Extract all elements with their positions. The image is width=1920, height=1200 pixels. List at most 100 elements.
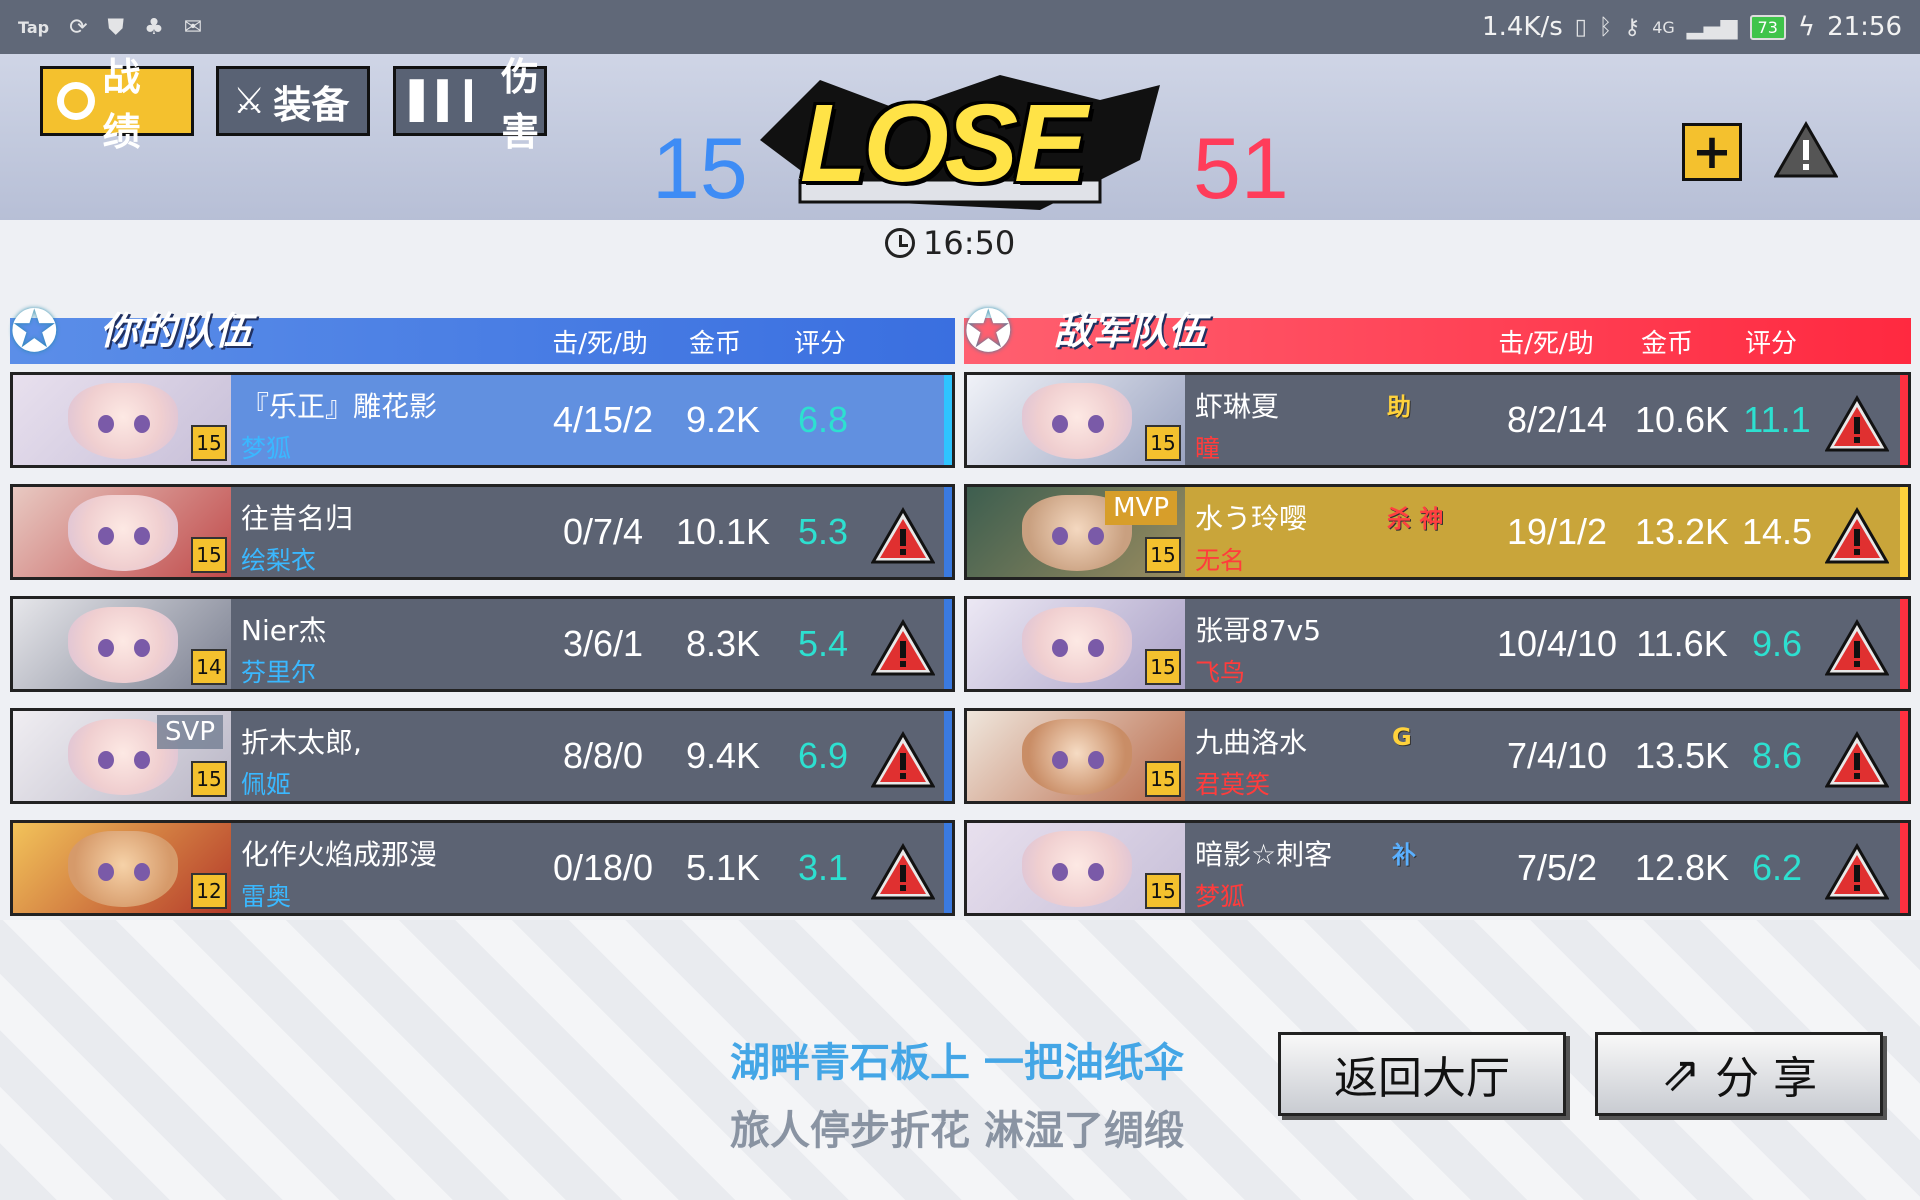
player-row[interactable]: 15 九曲洛水 君莫笑 G 7/4/10 13.5K 8.6 xyxy=(964,708,1911,804)
level-badge: 12 xyxy=(191,873,227,909)
player-name: 张哥87v5 xyxy=(1195,614,1322,647)
player-row[interactable]: 15 虾琳夏瞳 助 8/2/14 10.6K 11.1 xyxy=(964,372,1911,468)
gold: 13.5K xyxy=(1634,735,1730,776)
kda: 8/2/14 xyxy=(1506,399,1608,440)
player-name: 折木太郎, xyxy=(241,726,362,759)
report-icon[interactable] xyxy=(871,507,935,565)
bar-chart-icon: ▌▍▎ xyxy=(410,80,494,122)
kda: 3/6/1 xyxy=(562,623,644,664)
tab-record[interactable]: 战绩 xyxy=(40,55,194,154)
level-badge: 14 xyxy=(191,649,227,685)
player-row[interactable]: 15 暗影☆刺客 梦狐 补 7/5/2 12.8K 6.2 xyxy=(964,820,1911,916)
player-name: 九曲洛水 xyxy=(1195,726,1308,759)
achievement-badge: 杀 神 xyxy=(1387,505,1444,533)
hero-name: 梦狐 xyxy=(1195,882,1246,911)
kda: 0/7/4 xyxy=(562,511,644,552)
report-icon[interactable] xyxy=(1825,731,1889,789)
circle-icon xyxy=(57,82,95,120)
row-edge xyxy=(1900,823,1908,913)
row-edge xyxy=(944,375,952,465)
lyric-line: 旅人停步折花 淋湿了绸缎 xyxy=(730,1108,1184,1154)
row-edge xyxy=(944,823,952,913)
player-row[interactable]: 15 张哥87v5 飞鸟 10/4/10 11.6K 9.6 xyxy=(964,596,1911,692)
gold: 11.6K xyxy=(1636,623,1728,664)
level-badge: 15 xyxy=(1145,425,1181,461)
enemy-score: 51 xyxy=(1193,121,1289,217)
share-label: 分 享 xyxy=(1715,1053,1818,1104)
player-row[interactable]: 15 『乐正』雕花影 梦狐 4/15/2 9.2K 6.8 xyxy=(10,372,955,468)
rating: 9.6 xyxy=(1751,623,1803,664)
return-lobby-button[interactable]: 返回大厅 xyxy=(1278,1032,1566,1116)
report-icon[interactable] xyxy=(1825,395,1889,453)
gold: 10.1K xyxy=(675,511,771,552)
hero-name: 雷奥 xyxy=(241,882,292,911)
tab-equipment[interactable]: ⚔ 装备 xyxy=(216,66,370,136)
avatar: 15 xyxy=(13,375,231,465)
report-icon[interactable] xyxy=(1825,507,1889,565)
kda: 19/1/2 xyxy=(1506,511,1608,552)
player-row[interactable]: SVP 15 折木太郎, 佩姬 8/8/0 9.4K 6.9 xyxy=(10,708,955,804)
match-timer: 16:50 xyxy=(885,224,1015,262)
row-edge xyxy=(1900,711,1908,801)
level-badge: 15 xyxy=(1145,649,1181,685)
player-name: Nier杰 xyxy=(241,614,327,647)
level-badge: 15 xyxy=(1145,761,1181,797)
hero-name: 芬里尔 xyxy=(241,658,317,687)
tab-damage[interactable]: ▌▍▎ 伤害 xyxy=(393,55,547,154)
tap-icon: Tap xyxy=(18,17,50,37)
signal-label: 4G xyxy=(1652,17,1675,37)
report-icon[interactable] xyxy=(871,843,935,901)
own-team-header: ✪ 你的队伍 击/死/助 金币 评分 xyxy=(10,302,955,364)
share-button[interactable]: ⇗ 分 享 xyxy=(1595,1032,1883,1116)
kda: 8/8/0 xyxy=(562,735,644,776)
plus-icon: + xyxy=(1691,124,1733,180)
player-name: 往昔名归 xyxy=(241,502,354,535)
kda: 10/4/10 xyxy=(1496,623,1618,664)
vibrate-icon: ▯ xyxy=(1574,14,1587,40)
rating: 8.6 xyxy=(1751,735,1803,776)
player-row[interactable]: 12 化作火焰成那漫 雷奥 0/18/0 5.1K 3.1 xyxy=(10,820,955,916)
rating: 3.1 xyxy=(797,847,849,888)
player-row[interactable]: 15 往昔名归 绘梨衣 0/7/4 10.1K 5.3 xyxy=(10,484,955,580)
report-icon[interactable] xyxy=(871,619,935,677)
level-badge: 15 xyxy=(1145,537,1181,573)
report-icon[interactable] xyxy=(1774,120,1838,180)
rating: 6.2 xyxy=(1751,847,1803,888)
hero-name: 瞳 xyxy=(1195,434,1221,463)
mvp-badge: MVP xyxy=(1105,491,1177,525)
own-header-gold: 金币 xyxy=(688,328,741,359)
row-edge xyxy=(944,487,952,577)
report-icon[interactable] xyxy=(871,731,935,789)
player-row[interactable]: 14 Nier杰 芬里尔 3/6/1 8.3K 5.4 xyxy=(10,596,955,692)
player-row[interactable]: MVP 15 水う玲嘤 无名 杀 神 19/1/2 13.2K 14.5 xyxy=(964,484,1911,580)
hero-name: 无名 xyxy=(1195,546,1246,575)
kda: 4/15/2 xyxy=(552,399,654,440)
row-edge xyxy=(944,711,952,801)
avatar: 15 xyxy=(967,375,1185,465)
row-edge xyxy=(1900,599,1908,689)
tab-record-label: 战绩 xyxy=(102,55,141,154)
bluetooth-icon: ᛒ xyxy=(1598,14,1613,40)
lyric-line: 湖畔青石板上 一把油纸伞 xyxy=(730,1040,1184,1086)
hero-name: 梦狐 xyxy=(241,434,292,463)
gold: 8.3K xyxy=(685,623,761,664)
svp-badge: SVP xyxy=(157,715,223,749)
match-duration: 16:50 xyxy=(923,224,1016,262)
clock: 21:56 xyxy=(1827,12,1902,42)
player-name: 化作火焰成那漫 xyxy=(241,838,438,871)
report-icon[interactable] xyxy=(1825,619,1889,677)
enemy-team-title: 敌军队伍 xyxy=(1054,309,1207,353)
kda: 7/4/10 xyxy=(1506,735,1608,776)
mail-icon: ✉ xyxy=(183,14,203,40)
net-speed: 1.4K/s xyxy=(1482,12,1563,42)
own-header-rating: 评分 xyxy=(793,328,846,359)
add-friend-button[interactable]: + xyxy=(1682,123,1742,181)
report-icon[interactable] xyxy=(1825,843,1889,901)
avatar: 12 xyxy=(13,823,231,913)
hero-name: 佩姬 xyxy=(241,770,292,799)
hero-name: 绘梨衣 xyxy=(241,546,317,575)
row-edge xyxy=(1900,375,1908,465)
gold: 13.2K xyxy=(1634,511,1730,552)
rating: 6.8 xyxy=(797,399,849,440)
result-text: LOSE xyxy=(800,82,1087,205)
